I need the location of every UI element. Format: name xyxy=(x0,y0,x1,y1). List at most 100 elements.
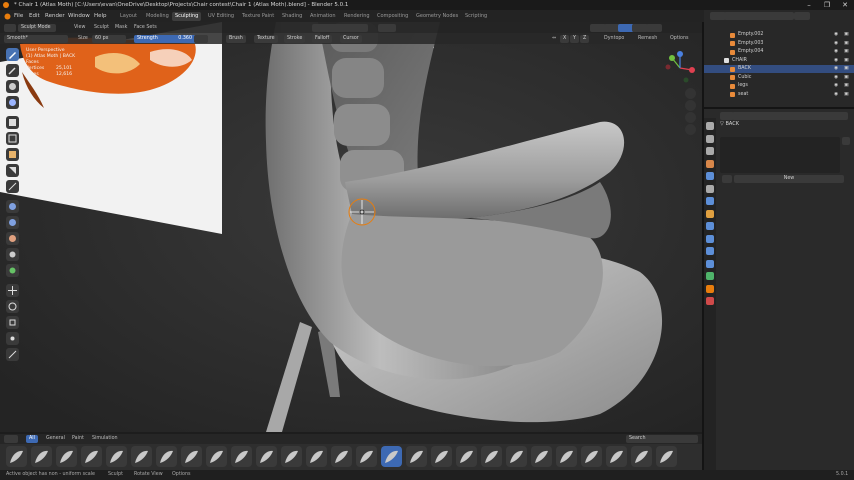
mask-by-color-icon[interactable] xyxy=(6,264,19,277)
box-trim-icon[interactable] xyxy=(6,164,19,177)
tab-compositing[interactable]: Compositing xyxy=(374,12,411,21)
visibility-eye-icon[interactable]: ◉ xyxy=(834,40,838,48)
tab-geometry-nodes[interactable]: Geometry Nodes xyxy=(413,12,461,21)
tab-rendering[interactable]: Rendering xyxy=(341,12,373,21)
add-material-slot-button[interactable] xyxy=(842,137,850,145)
brush-thumbnail[interactable] xyxy=(31,446,52,467)
render-tab-icon[interactable] xyxy=(706,134,714,143)
shelf-menu-icon[interactable] xyxy=(4,435,18,443)
mesh-filter-icon[interactable] xyxy=(6,200,19,213)
constraints-tab-icon[interactable] xyxy=(706,259,714,268)
shelf-tab-general[interactable]: General xyxy=(46,435,65,443)
brush-thumbnail[interactable] xyxy=(556,446,577,467)
editor-type-button[interactable] xyxy=(4,23,16,32)
shelf-search-input[interactable]: Search xyxy=(626,435,698,443)
transform-tool-icon[interactable] xyxy=(6,332,19,345)
modifier-tab-icon[interactable] xyxy=(706,222,714,230)
navigation-gizmo[interactable] xyxy=(660,50,700,86)
outliner-row[interactable]: CHAIR ◉ ▣ xyxy=(704,57,854,65)
particles-tab-icon[interactable] xyxy=(706,234,714,243)
brush-thumbnail[interactable] xyxy=(56,446,77,467)
box-face-set-icon[interactable] xyxy=(6,148,19,161)
outliner-row[interactable]: BACK ◉ ▣ xyxy=(704,65,854,73)
view-layer-tab-icon[interactable] xyxy=(706,159,714,168)
brush-thumbnail[interactable] xyxy=(481,446,502,467)
object-tab-icon[interactable] xyxy=(706,209,714,218)
cloth-filter-icon[interactable] xyxy=(6,216,19,229)
menu-help[interactable]: Help xyxy=(94,10,107,22)
brush-thumbnail[interactable] xyxy=(531,446,552,467)
scene-tab-icon[interactable] xyxy=(706,172,714,180)
visibility-eye-icon[interactable]: ◉ xyxy=(834,31,838,39)
brush-thumbnail[interactable] xyxy=(256,446,277,467)
box-hide-icon[interactable] xyxy=(6,132,19,145)
tab-modeling[interactable]: Modeling xyxy=(143,12,172,21)
render-camera-icon[interactable]: ▣ xyxy=(844,74,849,82)
outliner-row[interactable]: Empty.002 ◉ ▣ xyxy=(704,31,854,39)
box-mask-icon[interactable] xyxy=(6,116,19,129)
visibility-eye-icon[interactable]: ◉ xyxy=(834,91,838,99)
brush-thumbnail[interactable] xyxy=(306,446,327,467)
render-camera-icon[interactable]: ▣ xyxy=(844,57,849,65)
edit-face-set-icon[interactable] xyxy=(6,248,19,261)
stroke-menu[interactable]: Stroke xyxy=(284,34,306,43)
brush-thumbnail[interactable] xyxy=(456,446,477,467)
annotate-tool-icon[interactable] xyxy=(6,348,19,361)
remesh-menu[interactable]: Remesh xyxy=(638,35,657,43)
pressure-toggle-icon[interactable] xyxy=(194,34,208,43)
tab-layout[interactable]: Layout xyxy=(117,12,140,21)
brush-thumbnail[interactable] xyxy=(606,446,627,467)
tab-scripting[interactable]: Scripting xyxy=(462,12,490,21)
axis-y-toggle[interactable]: Y xyxy=(570,34,579,43)
texture-menu[interactable]: Texture xyxy=(254,34,278,43)
brush-thumbnail[interactable] xyxy=(81,446,102,467)
zoom-view-icon[interactable] xyxy=(685,88,696,99)
tab-animation[interactable]: Animation xyxy=(307,12,339,21)
scale-tool-icon[interactable] xyxy=(6,316,19,329)
symmetry-icon[interactable]: ⇔ xyxy=(552,35,556,43)
brush-thumbnail[interactable] xyxy=(506,446,527,467)
tab-texture-paint[interactable]: Texture Paint xyxy=(239,12,277,21)
new-material-button[interactable]: New xyxy=(734,175,844,183)
brush-thumbnail[interactable] xyxy=(281,446,302,467)
ortho-toggle-icon[interactable] xyxy=(685,124,696,135)
axis-z-toggle[interactable]: Z xyxy=(580,34,590,43)
blender-menu-icon[interactable] xyxy=(4,10,11,22)
mask-tool-icon[interactable] xyxy=(6,80,19,93)
menu-file[interactable]: File xyxy=(14,10,23,22)
transform-orientation-dropdown[interactable] xyxy=(312,23,368,32)
outliner-row[interactable]: seat ◉ ▣ xyxy=(704,91,854,99)
brush-selector[interactable]: Smooth* xyxy=(4,34,68,43)
outliner-row[interactable]: Empty.004 ◉ ▣ xyxy=(704,48,854,56)
outliner-row[interactable]: Cubic ◉ ▣ xyxy=(704,74,854,82)
render-camera-icon[interactable]: ▣ xyxy=(844,48,849,56)
draw-face-sets-icon[interactable] xyxy=(6,96,19,109)
minimize-button[interactable]: – xyxy=(800,0,818,10)
tab-sculpting[interactable]: Sculpting xyxy=(172,12,202,21)
visibility-eye-icon[interactable]: ◉ xyxy=(834,57,838,65)
render-camera-icon[interactable]: ▣ xyxy=(844,91,849,99)
brush-thumbnail[interactable] xyxy=(656,446,677,467)
tool-tab-icon[interactable] xyxy=(706,122,714,130)
output-tab-icon[interactable] xyxy=(706,147,714,155)
size-field[interactable]: 60 px xyxy=(92,34,126,43)
brush-thumbnail[interactable] xyxy=(106,446,127,467)
data-tab-icon[interactable] xyxy=(706,272,714,280)
brush-tool-icon[interactable] xyxy=(6,48,19,61)
physics-tab-icon[interactable] xyxy=(706,247,714,255)
visibility-eye-icon[interactable]: ◉ xyxy=(834,48,838,56)
filter-icon[interactable] xyxy=(794,12,810,20)
brush-thumbnail[interactable] xyxy=(581,446,602,467)
outliner-row[interactable]: Empty.003 ◉ ▣ xyxy=(704,40,854,48)
visibility-eye-icon[interactable]: ◉ xyxy=(834,74,838,82)
brush-thumbnail[interactable] xyxy=(131,446,152,467)
rendered-shading-icon[interactable] xyxy=(646,23,662,32)
tab-shading[interactable]: Shading xyxy=(279,12,305,21)
render-camera-icon[interactable]: ▣ xyxy=(844,31,849,39)
menu-edit[interactable]: Edit xyxy=(29,10,40,22)
strength-field[interactable]: Strength 0.360 xyxy=(134,34,196,43)
menu-face-sets[interactable]: Face Sets xyxy=(134,24,157,32)
brush-thumbnail[interactable] xyxy=(381,446,402,467)
visibility-eye-icon[interactable]: ◉ xyxy=(834,65,838,73)
brush-thumbnail[interactable] xyxy=(631,446,652,467)
